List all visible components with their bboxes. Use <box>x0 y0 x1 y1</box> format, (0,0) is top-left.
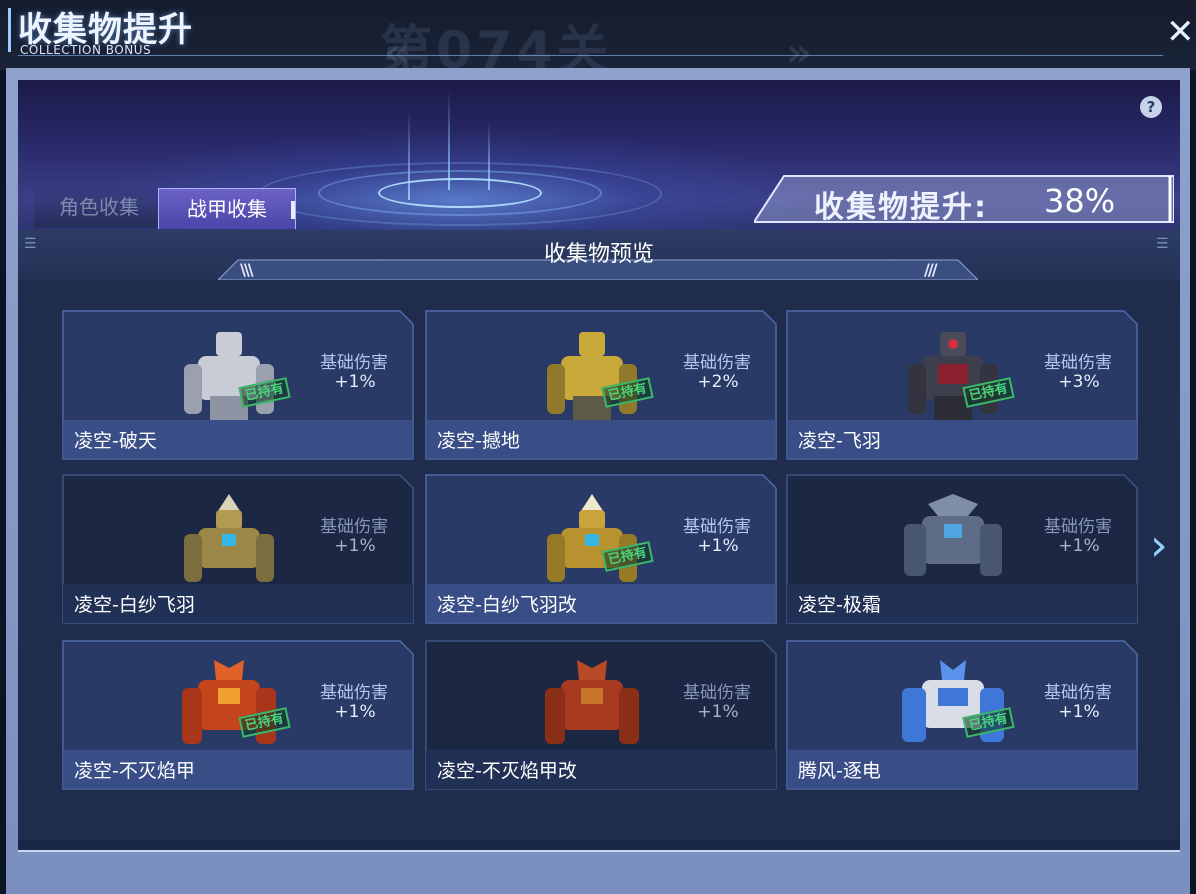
card-name: 凌空-不灭焰甲 <box>74 760 195 782</box>
card-name: 凌空-白纱飞羽 <box>74 594 195 616</box>
card-name: 凌空-白纱飞羽改 <box>437 594 577 616</box>
card-name: 腾风-逐电 <box>798 760 881 782</box>
mech-figure-icon <box>908 332 998 420</box>
mech-figure-icon <box>184 494 274 582</box>
stat-label: 基础伤害 <box>320 683 388 703</box>
close-icon[interactable]: ✕ <box>1166 12 1196 52</box>
title-divider <box>18 55 1163 56</box>
bonus-panel: 收集物提升: 38% <box>754 174 1174 225</box>
card-name: 凌空-极霜 <box>798 594 881 616</box>
armor-card[interactable]: 已持有 基础伤害 +1% 凌空-不灭焰甲 <box>62 640 414 790</box>
armor-card[interactable]: 已持有 基础伤害 +3% 凌空-飞羽 <box>786 310 1138 460</box>
armor-card[interactable]: 基础伤害 +1% 凌空-不灭焰甲改 <box>425 640 777 790</box>
stat-label: 基础伤害 <box>1044 517 1112 537</box>
armor-card[interactable]: 已持有 基础伤害 +1% 凌空-白纱飞羽改 <box>425 474 777 624</box>
stat-value: +1% <box>334 702 376 722</box>
stat-label: 基础伤害 <box>683 683 751 703</box>
stat-value: +1% <box>697 702 739 722</box>
armor-card[interactable]: 基础伤害 +1% 凌空-极霜 <box>786 474 1138 624</box>
armor-card[interactable]: 基础伤害 +1% 凌空-白纱飞羽 <box>62 474 414 624</box>
section-title: 收集物预览 <box>543 242 654 267</box>
card-name: 凌空-撼地 <box>437 430 520 452</box>
stat-label: 基础伤害 <box>320 517 388 537</box>
stat-value: +1% <box>334 536 376 556</box>
tab-armor-label: 战甲收集 <box>187 197 267 221</box>
bottom-divider <box>18 850 1180 852</box>
mech-figure-icon <box>547 332 637 420</box>
stat-label: 基础伤害 <box>683 517 751 537</box>
stat-value: +1% <box>697 536 739 556</box>
help-icon[interactable]: ? <box>1140 96 1162 118</box>
section-header: ☰ ☰ \\\ /// 收集物预览 <box>18 230 1180 280</box>
stat-value: +2% <box>697 372 739 392</box>
mech-figure-icon <box>904 494 1002 576</box>
bonus-value: 38% <box>1044 182 1116 220</box>
tab-corner-marker <box>291 201 295 219</box>
mech-figure-icon <box>547 494 637 582</box>
mech-figure-icon <box>902 660 1004 742</box>
mech-figure-icon <box>545 660 639 744</box>
stat-label: 基础伤害 <box>320 353 388 373</box>
card-name: 凌空-飞羽 <box>798 430 881 452</box>
stat-label: 基础伤害 <box>1044 683 1112 703</box>
mech-figure-icon <box>182 660 276 744</box>
bonus-label: 收集物提升: <box>814 190 988 225</box>
title-bar: 收集物提升 COLLECTION BONUS ✕ <box>0 0 1196 68</box>
card-name: 凌空-破天 <box>74 430 157 452</box>
stat-label: 基础伤害 <box>683 353 751 373</box>
collection-modal: ? 收集物提升: 38% 角色收集 战甲收集 ☰ ☰ \\\ /// 收集物预览 <box>6 68 1190 894</box>
stat-value: +3% <box>1058 372 1100 392</box>
armor-card[interactable]: 已持有 基础伤害 +2% 凌空-撼地 <box>425 310 777 460</box>
mech-figure-icon <box>184 332 274 420</box>
next-page-arrow-icon[interactable]: › <box>1150 520 1168 571</box>
stat-label: 基础伤害 <box>1044 353 1112 373</box>
stat-value: +1% <box>1058 702 1100 722</box>
armor-card[interactable]: 已持有 基础伤害 +1% 凌空-破天 <box>62 310 414 460</box>
title-accent <box>8 8 11 52</box>
armor-card[interactable]: 已持有 基础伤害 +1% 腾风-逐电 <box>786 640 1138 790</box>
tab-role-collection[interactable]: 角色收集 <box>34 186 164 228</box>
stat-value: +1% <box>1058 536 1100 556</box>
tab-armor-collection[interactable]: 战甲收集 <box>158 188 296 229</box>
stat-value: +1% <box>334 372 376 392</box>
platform-ring <box>378 178 542 208</box>
card-name: 凌空-不灭焰甲改 <box>437 760 577 782</box>
